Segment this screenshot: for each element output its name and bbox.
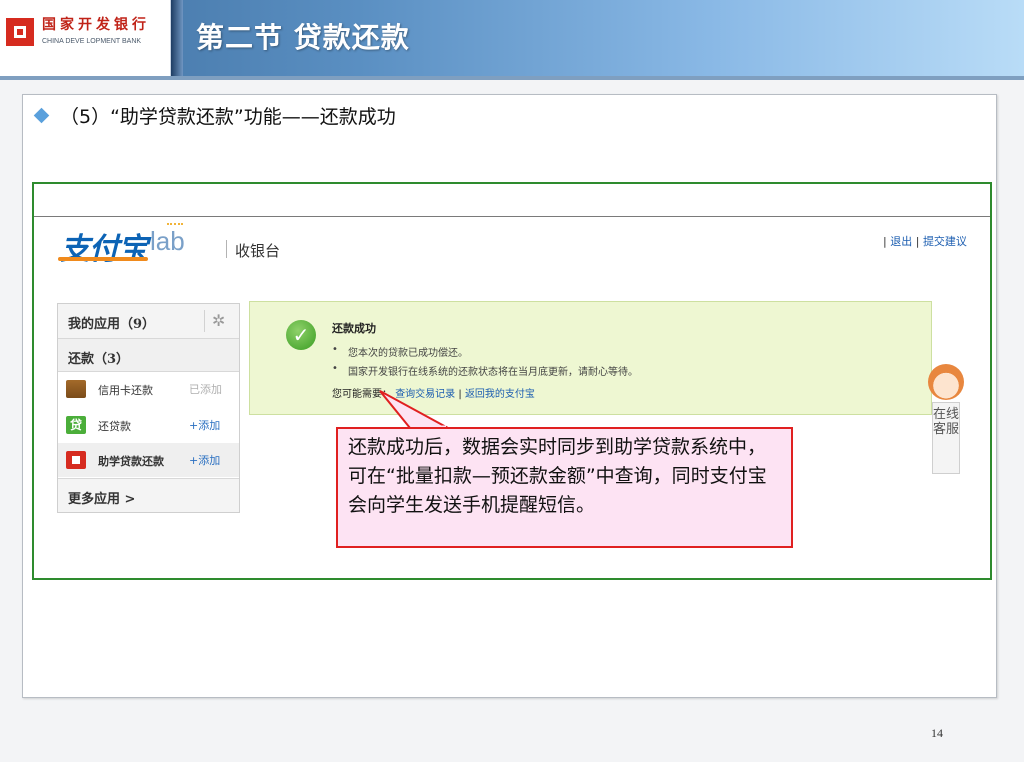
header-accent-bar [171, 0, 183, 76]
callout-note: 还款成功后，数据会实时同步到助学贷款系统中，可在“批量扣款—预还款金额”中查询，… [336, 427, 793, 548]
customer-service-avatar-icon[interactable] [928, 364, 964, 400]
top-links: | 退出 | 提交建议 [883, 233, 967, 249]
repay-section-label: 还款（3） [68, 352, 130, 367]
slide-title: 第二节 贷款还款 [196, 21, 410, 54]
success-line: 国家开发银行在线系统的还款状态将在当月底更新，请耐心等待。 [332, 363, 638, 378]
success-line: 您本次的贷款已成功偿还。 [332, 344, 468, 359]
feedback-link[interactable]: 提交建议 [923, 235, 967, 248]
credit-card-icon [66, 380, 86, 398]
back-to-alipay-link[interactable]: 返回我的支付宝 [465, 389, 535, 400]
alipay-logo[interactable]: 支付宝 [60, 224, 148, 268]
loan-icon: 贷 [66, 416, 86, 434]
header-separator [226, 240, 227, 258]
gear-icon[interactable]: ✲ [212, 311, 225, 330]
app-menu: 我的应用（9） ✲ 还款（3） 信用卡还款 已添加 贷 还贷款 +添加 助学贷款… [57, 303, 240, 513]
more-apps-link[interactable]: 更多应用 > [58, 478, 239, 512]
my-apps-label: 我的应用（9） [68, 317, 156, 332]
app-item-label: 还贷款 [98, 420, 131, 433]
slide-subtitle: （5）“助学贷款还款”功能——还款成功 [60, 106, 396, 128]
app-item-label: 信用卡还款 [98, 384, 153, 397]
bank-name-en: CHINA DEVE LOPMENT BANK [42, 38, 142, 45]
bank-name-cn: 国家开发银行 [42, 17, 150, 33]
screenshot-top-rule [34, 216, 990, 217]
app-item-credit-card[interactable]: 信用卡还款 已添加 [58, 372, 239, 406]
more-apps-label: 更多应用 > [68, 492, 136, 507]
bank-logo: 国家开发银行 CHINA DEVE LOPMENT BANK [0, 0, 171, 76]
check-icon: ✓ [286, 320, 316, 350]
link-sep: | [458, 389, 462, 400]
top-link-sep: | [915, 235, 920, 248]
add-button[interactable]: +添加 [189, 417, 220, 433]
top-link-sep: | [883, 235, 887, 248]
logout-link[interactable]: 退出 [890, 235, 912, 248]
app-item-loan[interactable]: 贷 还贷款 +添加 [58, 408, 239, 442]
app-item-student-loan[interactable]: 助学贷款还款 +添加 [58, 443, 239, 477]
cdb-logo-icon [6, 18, 34, 46]
lab-logo: lab [150, 226, 185, 256]
add-button[interactable]: +添加 [189, 452, 220, 468]
added-label: 已添加 [189, 383, 222, 396]
repay-section-header[interactable]: 还款（3） [58, 339, 239, 372]
cdb-logo-icon [66, 451, 86, 469]
online-service-button[interactable]: 在线客服 [932, 402, 960, 474]
my-apps-header[interactable]: 我的应用（9） ✲ [58, 304, 239, 339]
app-item-label: 助学贷款还款 [98, 455, 164, 468]
header-divider [0, 76, 1024, 80]
cashier-label: 收银台 [235, 242, 281, 260]
callout-pointer [379, 390, 449, 429]
page-number: 14 [931, 726, 943, 740]
alipay-swoosh-icon [58, 257, 148, 261]
success-title: 还款成功 [332, 322, 376, 335]
